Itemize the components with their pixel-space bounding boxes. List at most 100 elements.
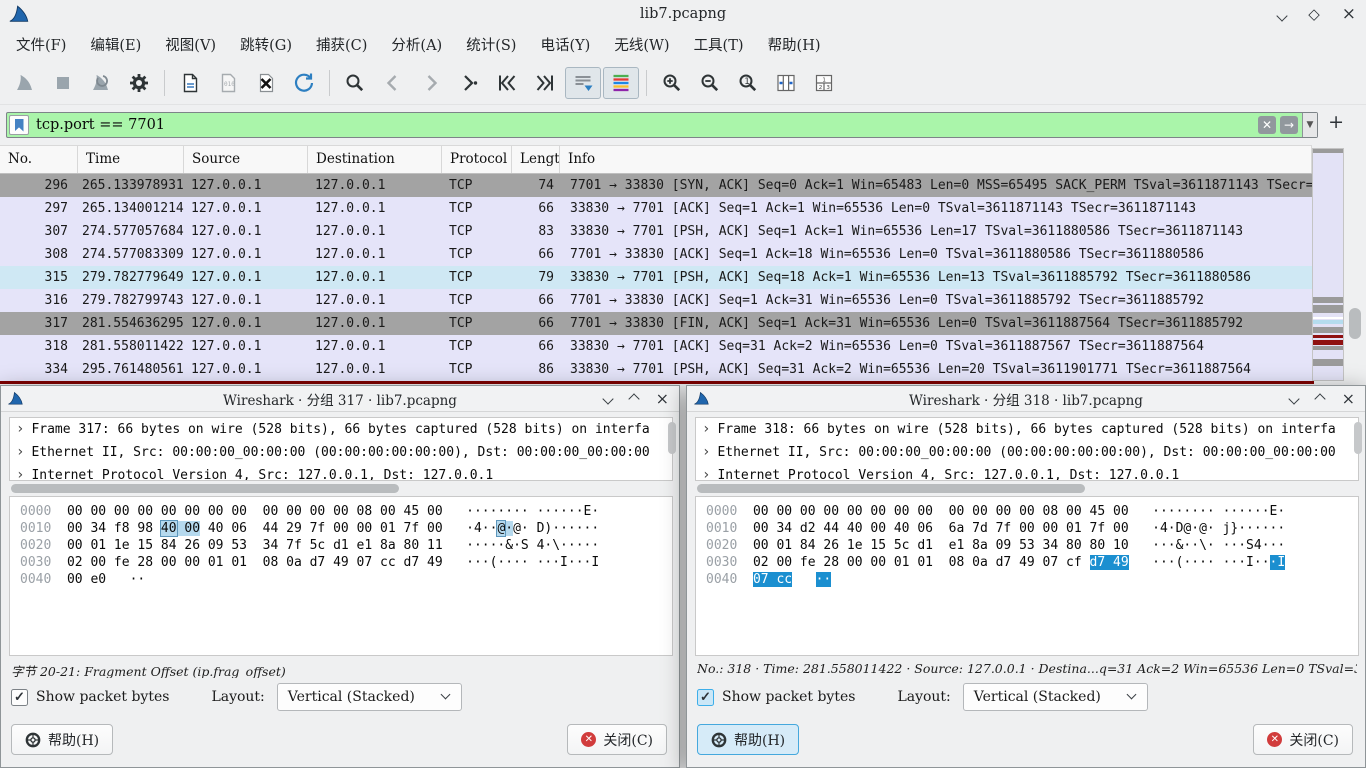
- hex-dump-line[interactable]: 0000 00 00 00 00 00 00 00 00 00 00 00 00…: [706, 503, 1358, 520]
- go-last-packet-button[interactable]: [527, 67, 563, 99]
- menu-item-0[interactable]: 文件(F): [4, 29, 78, 60]
- minimize-icon[interactable]: [1290, 391, 1298, 407]
- save-file-button[interactable]: 010: [210, 67, 246, 99]
- close-button[interactable]: ✕关闭(C): [567, 724, 667, 755]
- column-header-time[interactable]: Time: [78, 146, 184, 173]
- cell: 127.0.0.1: [308, 358, 442, 381]
- filter-text[interactable]: tcp.port == 7701: [36, 117, 1258, 133]
- packet-detail-row[interactable]: ›Internet Protocol Version 4, Src: 127.0…: [696, 464, 1358, 481]
- menu-item-5[interactable]: 分析(A): [379, 29, 454, 60]
- packet-detail-row[interactable]: ›Internet Protocol Version 4, Src: 127.0…: [10, 464, 672, 481]
- layout-select[interactable]: Vertical (Stacked): [277, 683, 462, 711]
- hscrollbar-thumb[interactable]: [11, 484, 399, 493]
- tree-hscrollbar[interactable]: [9, 484, 673, 493]
- close-file-button[interactable]: [248, 67, 284, 99]
- tree-scrollbar-thumb[interactable]: [1354, 422, 1362, 454]
- close-icon[interactable]: ×: [656, 391, 669, 407]
- filter-bookmark-icon[interactable]: [9, 115, 29, 135]
- column-header-info[interactable]: Info: [560, 146, 1312, 173]
- close-icon[interactable]: ×: [1342, 6, 1356, 23]
- hex-dump-line[interactable]: 0020 00 01 1e 15 84 26 09 53 34 7f 5c d1…: [20, 537, 672, 554]
- menu-item-3[interactable]: 跳转(G): [228, 29, 304, 60]
- packet-row-317[interactable]: 317281.554636295127.0.0.1127.0.0.1TCP667…: [0, 312, 1312, 335]
- hex-dump-line[interactable]: 0010 00 34 d2 44 40 00 40 06 6a 7d 7f 00…: [706, 520, 1358, 537]
- minimize-icon[interactable]: [604, 391, 612, 407]
- filter-dropdown-icon[interactable]: ▼: [1302, 113, 1317, 137]
- menu-item-4[interactable]: 捕获(C): [304, 29, 379, 60]
- close-button[interactable]: ✕关闭(C): [1253, 724, 1353, 755]
- minimize-icon[interactable]: [1278, 5, 1286, 24]
- menu-item-9[interactable]: 工具(T): [682, 29, 756, 60]
- column-header-protocol[interactable]: Protocol: [442, 146, 512, 173]
- zoom-out-button[interactable]: [692, 67, 728, 99]
- packet-row-318[interactable]: 318281.558011422127.0.0.1127.0.0.1TCP663…: [0, 335, 1312, 358]
- tree-hscrollbar[interactable]: [695, 484, 1359, 493]
- packet-detail-row[interactable]: ›Ethernet II, Src: 00:00:00_00:00:00 (00…: [696, 441, 1358, 464]
- packet-row-296[interactable]: 296265.133978931127.0.0.1127.0.0.1TCP747…: [0, 174, 1312, 197]
- go-to-packet-button[interactable]: [451, 67, 487, 99]
- display-filter-input[interactable]: tcp.port == 7701 ✕ → ▼: [6, 112, 1318, 138]
- packet-detail-row[interactable]: ›Ethernet II, Src: 00:00:00_00:00:00 (00…: [10, 441, 672, 464]
- auto-scroll-button[interactable]: [565, 67, 601, 99]
- packet-row-297[interactable]: 297265.134001214127.0.0.1127.0.0.1TCP663…: [0, 197, 1312, 220]
- help-button[interactable]: 帮助(H): [11, 724, 113, 755]
- menu-item-6[interactable]: 统计(S): [454, 29, 528, 60]
- help-button[interactable]: 帮助(H): [697, 724, 799, 755]
- colorize-button[interactable]: [603, 67, 639, 99]
- layout-select[interactable]: Vertical (Stacked): [963, 683, 1148, 711]
- svg-text:010: 010: [224, 81, 235, 88]
- capture-options-button[interactable]: [121, 67, 157, 99]
- restore-icon[interactable]: [1316, 391, 1324, 407]
- show-packet-bytes-checkbox[interactable]: ✓: [697, 689, 714, 706]
- filter-apply-icon[interactable]: →: [1280, 116, 1298, 134]
- go-first-packet-button[interactable]: [489, 67, 525, 99]
- hex-dump-line[interactable]: 0030 02 00 fe 28 00 00 01 01 08 0a d7 49…: [20, 554, 672, 571]
- tree-scrollbar-thumb[interactable]: [668, 422, 676, 454]
- column-header-length[interactable]: Length: [512, 146, 560, 173]
- menu-item-8[interactable]: 无线(W): [602, 29, 681, 60]
- go-back-button[interactable]: [375, 67, 411, 99]
- filter-add-button[interactable]: +: [1328, 113, 1344, 132]
- menu-item-10[interactable]: 帮助(H): [756, 29, 833, 60]
- packet-detail-row[interactable]: ›Frame 318: 66 bytes on wire (528 bits),…: [696, 418, 1358, 441]
- packet-row-315[interactable]: 315279.782779649127.0.0.1127.0.0.1TCP793…: [0, 266, 1312, 289]
- packet-detail-row[interactable]: ›Frame 317: 66 bytes on wire (528 bits),…: [10, 418, 672, 441]
- filter-clear-icon[interactable]: ✕: [1258, 116, 1276, 134]
- packet-list-scrollbar[interactable]: [1346, 145, 1366, 384]
- column-header-no[interactable]: No.: [0, 146, 78, 173]
- hex-dump-line[interactable]: 0030 02 00 fe 28 00 00 01 01 08 0a d7 49…: [706, 554, 1358, 571]
- close-icon[interactable]: ×: [1342, 391, 1355, 407]
- start-capture-button[interactable]: [7, 67, 43, 99]
- intelligent-scrollbar[interactable]: [1312, 148, 1344, 381]
- packet-row-316[interactable]: 316279.782799743127.0.0.1127.0.0.1TCP667…: [0, 289, 1312, 312]
- hex-dump-line[interactable]: 0040 07 cc ··: [706, 571, 1358, 588]
- hex-dump-line[interactable]: 0040 00 e0 ··: [20, 571, 672, 588]
- reload-file-button[interactable]: [286, 67, 322, 99]
- open-file-button[interactable]: [172, 67, 208, 99]
- resize-columns-button[interactable]: [768, 67, 804, 99]
- stop-capture-button[interactable]: [45, 67, 81, 99]
- go-forward-button[interactable]: [413, 67, 449, 99]
- show-packet-bytes-checkbox[interactable]: ✓: [11, 689, 28, 706]
- menu-item-2[interactable]: 视图(V): [153, 29, 228, 60]
- zoom-in-button[interactable]: [654, 67, 690, 99]
- hex-dump-line[interactable]: 0020 00 01 84 26 1e 15 5c d1 e1 8a 09 53…: [706, 537, 1358, 554]
- find-packet-button[interactable]: [337, 67, 373, 99]
- maximize-icon[interactable]: ◇: [1308, 7, 1320, 22]
- restore-icon[interactable]: [630, 391, 638, 407]
- hscrollbar-thumb[interactable]: [697, 484, 1085, 493]
- column-header-source[interactable]: Source: [184, 146, 308, 173]
- packet-row-307[interactable]: 307274.577057684127.0.0.1127.0.0.1TCP833…: [0, 220, 1312, 243]
- hex-dump-line[interactable]: 0010 00 34 f8 98 40 00 40 06 44 29 7f 00…: [20, 520, 672, 537]
- restart-capture-button[interactable]: [83, 67, 119, 99]
- menu-item-1[interactable]: 编辑(E): [78, 29, 153, 60]
- layout-panes-button[interactable]: 123: [806, 67, 842, 99]
- menu-item-7[interactable]: 电话(Y): [528, 29, 602, 60]
- packet-row-308[interactable]: 308274.577083309127.0.0.1127.0.0.1TCP667…: [0, 243, 1312, 266]
- zoom-reset-button[interactable]: 1: [730, 67, 766, 99]
- hex-dump-line[interactable]: 0000 00 00 00 00 00 00 00 00 00 00 00 00…: [20, 503, 672, 520]
- svg-text:1: 1: [822, 77, 826, 83]
- packet-row-334[interactable]: 334295.761480561127.0.0.1127.0.0.1TCP863…: [0, 358, 1312, 381]
- column-header-destination[interactable]: Destination: [308, 146, 442, 173]
- scrollbar-thumb[interactable]: [1349, 308, 1361, 339]
